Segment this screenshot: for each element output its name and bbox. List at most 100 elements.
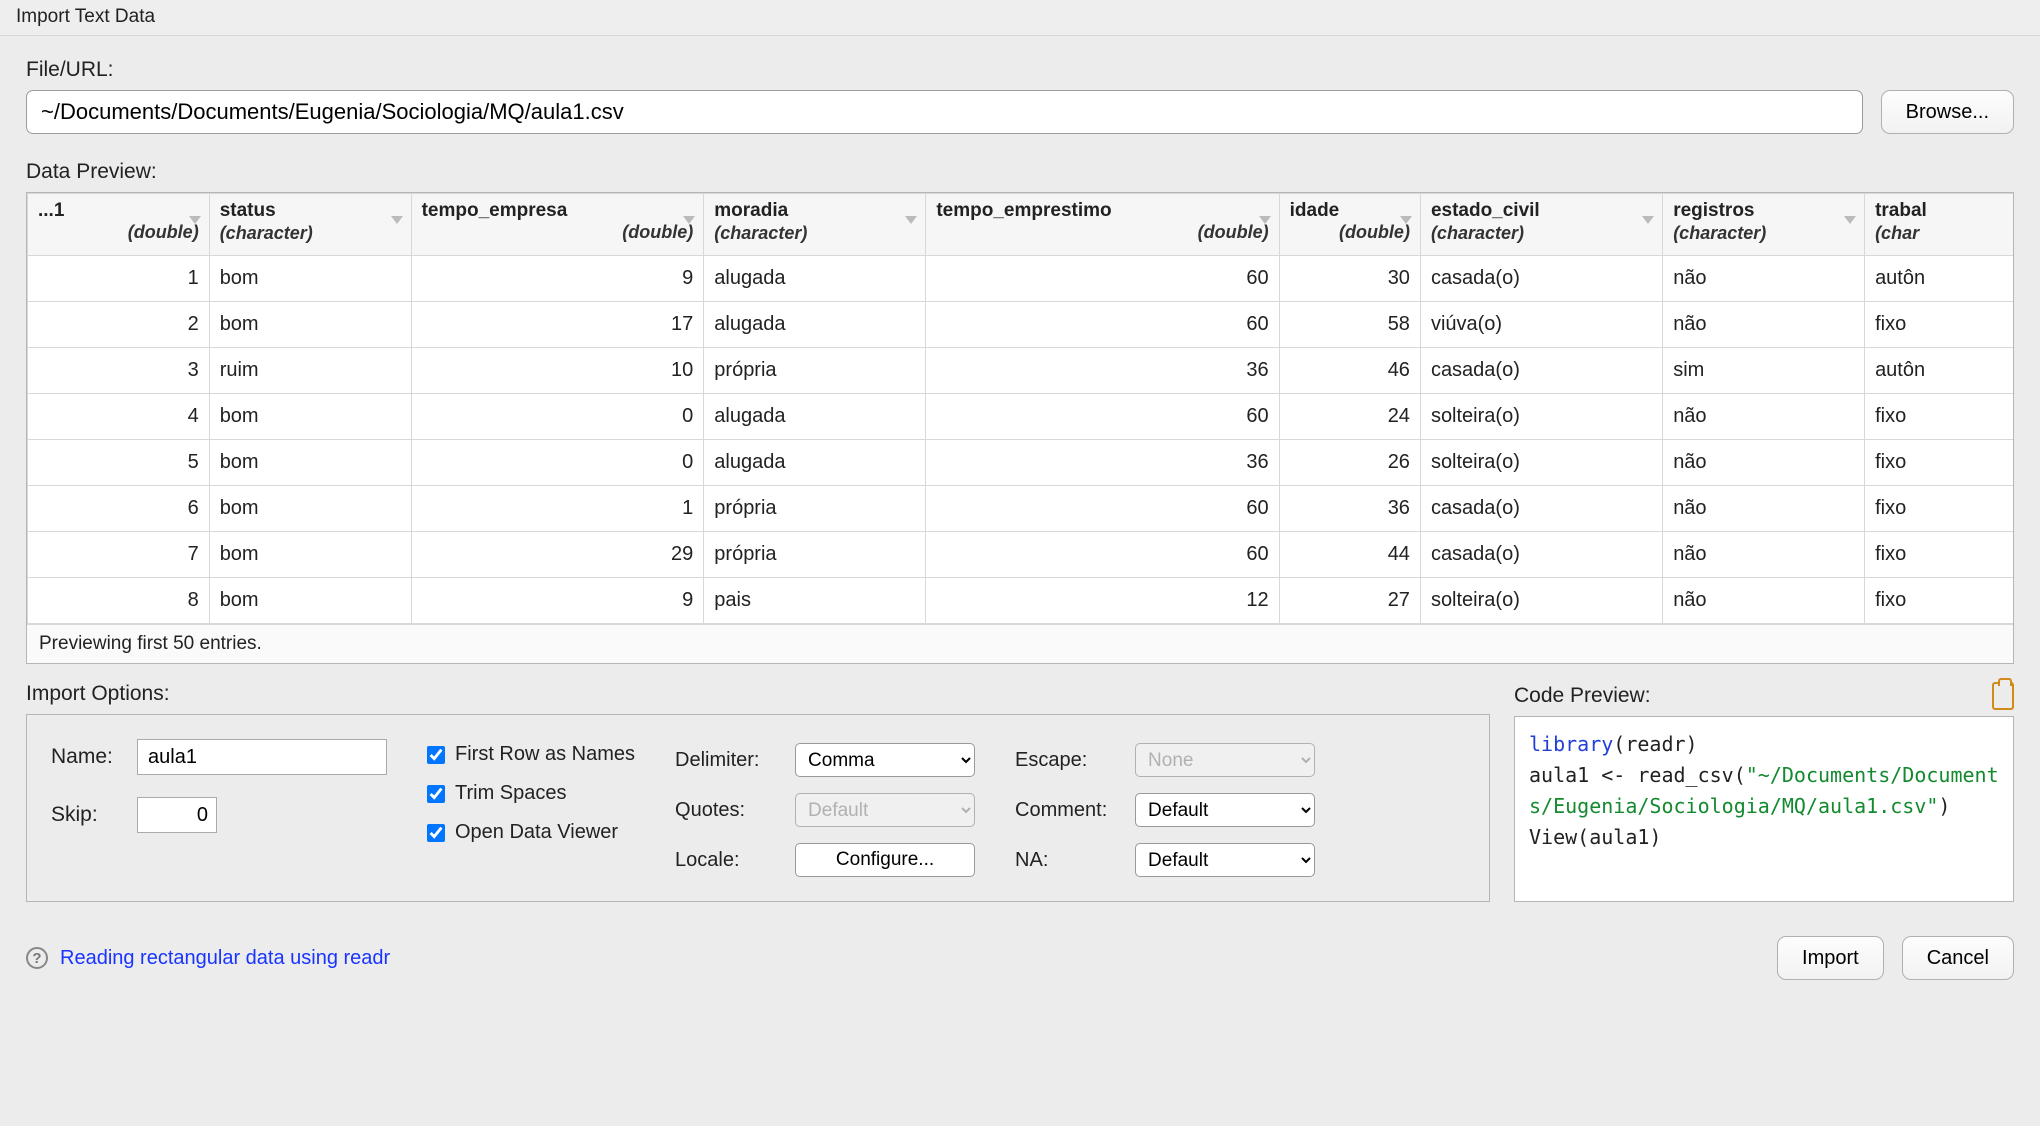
data-preview-label: Data Preview: [26, 160, 2014, 184]
browse-button[interactable]: Browse... [1881, 90, 2014, 134]
file-url-input[interactable] [26, 90, 1863, 134]
table-cell: 12 [926, 578, 1279, 624]
table-cell: fixo [1865, 302, 2013, 348]
clipboard-icon[interactable] [1992, 682, 2014, 710]
table-cell: própria [704, 348, 926, 394]
table-cell: 4 [28, 394, 210, 440]
chevron-down-icon[interactable] [1642, 216, 1654, 224]
chevron-down-icon[interactable] [905, 216, 917, 224]
table-cell: 60 [926, 302, 1279, 348]
table-row[interactable]: 2bom17alugada6058viúva(o)nãofixo [28, 302, 2014, 348]
table-cell: alugada [704, 440, 926, 486]
import-button[interactable]: Import [1777, 936, 1884, 980]
column-header[interactable]: status(character) [209, 194, 411, 256]
chevron-down-icon[interactable] [391, 216, 403, 224]
help-link[interactable]: ? Reading rectangular data using readr [26, 947, 390, 970]
cancel-button[interactable]: Cancel [1902, 936, 2014, 980]
table-cell: bom [209, 578, 411, 624]
column-header[interactable]: idade(double) [1279, 194, 1420, 256]
table-cell: alugada [704, 394, 926, 440]
column-header[interactable]: tempo_emprestimo(double) [926, 194, 1279, 256]
table-cell: 36 [926, 348, 1279, 394]
table-row[interactable]: 5bom0alugada3626solteira(o)nãofixo [28, 440, 2014, 486]
table-cell: fixo [1865, 532, 2013, 578]
na-label: NA: [1015, 849, 1125, 872]
quotes-select[interactable]: Default [795, 793, 975, 827]
chevron-down-icon[interactable] [1400, 216, 1412, 224]
table-cell: pais [704, 578, 926, 624]
window-title: Import Text Data [0, 0, 2040, 36]
name-input[interactable] [137, 739, 387, 775]
table-row[interactable]: 4bom0alugada6024solteira(o)nãofixo [28, 394, 2014, 440]
code-preview[interactable]: library(readr) aula1 <- read_csv("~/Docu… [1514, 716, 2014, 902]
locale-configure-button[interactable]: Configure... [795, 843, 975, 877]
column-header[interactable]: ...1(double) [28, 194, 210, 256]
table-cell: 1 [411, 486, 704, 532]
table-cell: solteira(o) [1420, 394, 1662, 440]
comment-label: Comment: [1015, 799, 1125, 822]
table-cell: ruim [209, 348, 411, 394]
import-options-panel: Name: Skip: First Row as Names Trim Spac… [26, 714, 1490, 902]
table-cell: casada(o) [1420, 532, 1662, 578]
table-cell: 0 [411, 440, 704, 486]
table-row[interactable]: 1bom9alugada6030casada(o)nãoautôn [28, 256, 2014, 302]
chevron-down-icon[interactable] [1844, 216, 1856, 224]
table-cell: não [1663, 440, 1865, 486]
table-cell: bom [209, 256, 411, 302]
table-row[interactable]: 6bom1própria6036casada(o)nãofixo [28, 486, 2014, 532]
table-cell: 30 [1279, 256, 1420, 302]
column-header[interactable]: registros(character) [1663, 194, 1865, 256]
name-label: Name: [51, 745, 125, 769]
na-select[interactable]: Default [1135, 843, 1315, 877]
chevron-down-icon[interactable] [1259, 216, 1271, 224]
table-cell: 60 [926, 394, 1279, 440]
table-cell: 36 [1279, 486, 1420, 532]
escape-label: Escape: [1015, 749, 1125, 772]
table-row[interactable]: 7bom29própria6044casada(o)nãofixo [28, 532, 2014, 578]
table-cell: 44 [1279, 532, 1420, 578]
column-header[interactable]: estado_civil(character) [1420, 194, 1662, 256]
table-cell: 46 [1279, 348, 1420, 394]
comment-select[interactable]: Default [1135, 793, 1315, 827]
table-cell: 9 [411, 578, 704, 624]
table-cell: 60 [926, 486, 1279, 532]
quotes-label: Quotes: [675, 799, 785, 822]
table-cell: 58 [1279, 302, 1420, 348]
table-cell: 60 [926, 532, 1279, 578]
trim-spaces-checkbox[interactable]: Trim Spaces [427, 782, 635, 805]
table-cell: não [1663, 578, 1865, 624]
open-data-viewer-checkbox[interactable]: Open Data Viewer [427, 821, 635, 844]
data-preview-panel: ...1(double)status(character)tempo_empre… [26, 192, 2014, 664]
table-cell: bom [209, 394, 411, 440]
preview-footer: Previewing first 50 entries. [27, 624, 2013, 663]
table-cell: autôn [1865, 256, 2013, 302]
column-header[interactable]: moradia(character) [704, 194, 926, 256]
chevron-down-icon[interactable] [683, 216, 695, 224]
first-row-checkbox[interactable]: First Row as Names [427, 743, 635, 766]
table-cell: não [1663, 302, 1865, 348]
import-options-label: Import Options: [26, 682, 1490, 706]
table-cell: fixo [1865, 486, 2013, 532]
locale-label: Locale: [675, 849, 785, 872]
table-cell: solteira(o) [1420, 578, 1662, 624]
table-cell: alugada [704, 302, 926, 348]
table-row[interactable]: 3ruim10própria3646casada(o)simautôn [28, 348, 2014, 394]
data-preview-table[interactable]: ...1(double)status(character)tempo_empre… [27, 193, 2013, 624]
skip-input[interactable] [137, 797, 217, 833]
table-cell: fixo [1865, 440, 2013, 486]
table-cell: 2 [28, 302, 210, 348]
table-cell: 26 [1279, 440, 1420, 486]
chevron-down-icon[interactable] [189, 216, 201, 224]
escape-select[interactable]: None [1135, 743, 1315, 777]
delimiter-select[interactable]: Comma [795, 743, 975, 777]
table-cell: bom [209, 302, 411, 348]
table-cell: não [1663, 256, 1865, 302]
table-cell: bom [209, 440, 411, 486]
table-cell: viúva(o) [1420, 302, 1662, 348]
table-cell: 17 [411, 302, 704, 348]
table-cell: não [1663, 486, 1865, 532]
table-cell: solteira(o) [1420, 440, 1662, 486]
column-header[interactable]: trabal(char [1865, 194, 2013, 256]
column-header[interactable]: tempo_empresa(double) [411, 194, 704, 256]
table-row[interactable]: 8bom9pais1227solteira(o)nãofixo [28, 578, 2014, 624]
